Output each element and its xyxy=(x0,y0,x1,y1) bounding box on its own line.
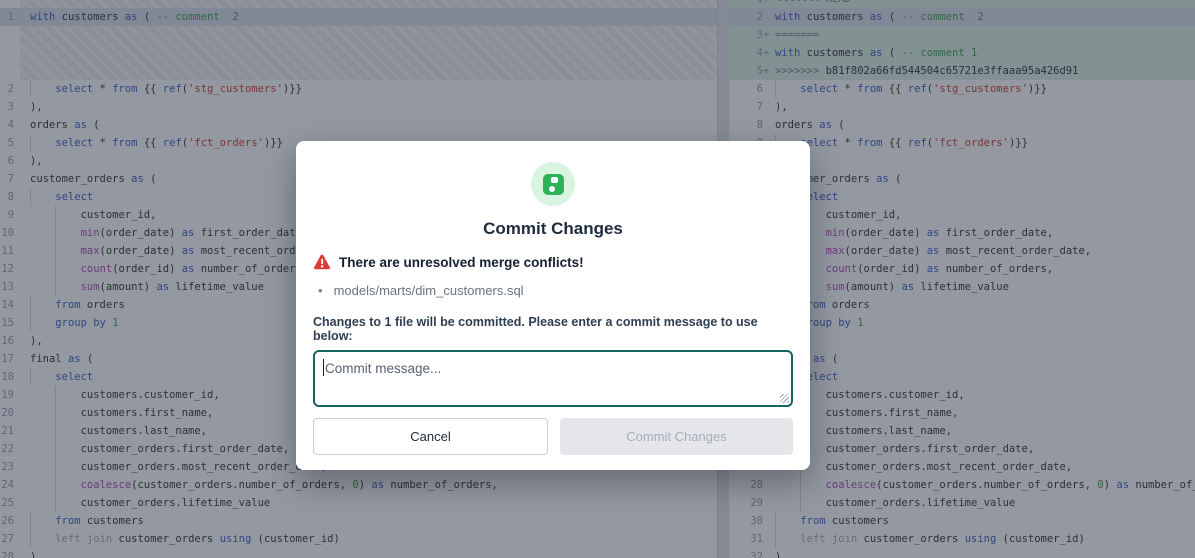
merge-conflict-warning: There are unresolved merge conflicts! xyxy=(339,255,584,270)
modal-title: Commit Changes xyxy=(313,219,793,239)
conflict-file-item: • models/marts/dim_customers.sql xyxy=(313,283,793,298)
commit-changes-button[interactable]: Commit Changes xyxy=(560,418,793,455)
cancel-button[interactable]: Cancel xyxy=(313,418,548,455)
commit-modal: Commit Changes There are unresolved merg… xyxy=(296,141,810,470)
warning-icon xyxy=(313,254,331,270)
ide-screen: 1with customers as ( -- comment 22 selec… xyxy=(0,0,1195,558)
conflict-file-path: models/marts/dim_customers.sql xyxy=(334,283,524,298)
text-caret xyxy=(323,359,324,376)
commit-instruction: Changes to 1 file will be committed. Ple… xyxy=(313,315,793,343)
commit-message-input[interactable] xyxy=(313,350,793,407)
bullet-icon: • xyxy=(318,283,323,298)
save-icon xyxy=(531,162,575,206)
resize-handle-icon[interactable] xyxy=(780,394,789,403)
